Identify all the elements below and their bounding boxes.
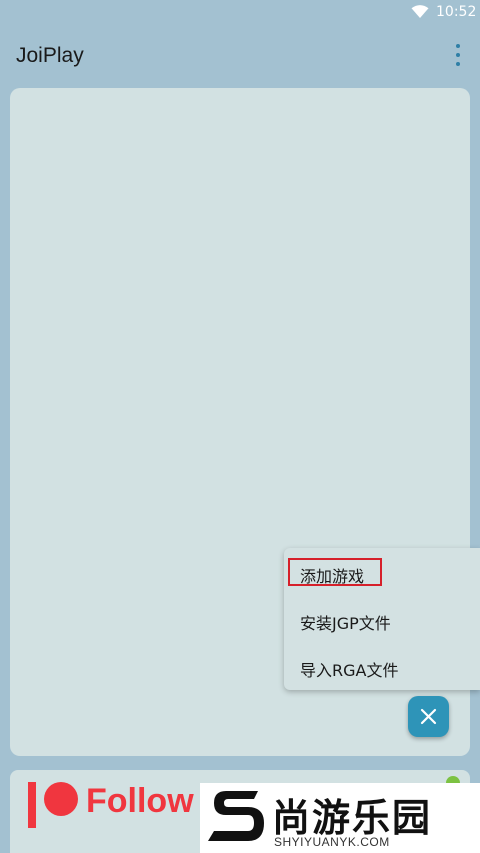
- app-bar: JoiPlay: [0, 26, 480, 86]
- app-title: JoiPlay: [16, 44, 84, 67]
- watermark-logo-icon: [208, 791, 264, 841]
- menu-dot: [456, 53, 460, 57]
- watermark: 尚游乐园 SHYIYUANYK.COM: [200, 783, 480, 853]
- banner-text: Follow: [86, 782, 194, 820]
- status-time: 10:52: [436, 4, 477, 20]
- close-icon: [420, 708, 437, 725]
- menu-item-label: 导入RGA文件: [300, 661, 399, 680]
- status-bar: 10:52: [0, 0, 480, 26]
- menu-item-install-jgp[interactable]: 安装JGP文件: [284, 600, 480, 640]
- patreon-logo-circle: [44, 782, 78, 816]
- watermark-cn-text: 尚游乐园: [272, 796, 433, 840]
- menu-item-label: 安装JGP文件: [300, 614, 391, 633]
- menu-dot: [456, 62, 460, 66]
- menu-item-import-rga[interactable]: 导入RGA文件: [284, 647, 480, 687]
- wifi-icon: [411, 5, 429, 18]
- watermark-en-text: SHYIYUANYK.COM: [274, 835, 390, 849]
- menu-dot: [456, 44, 460, 48]
- more-vert-icon[interactable]: [448, 44, 468, 66]
- patreon-logo-bar: [28, 782, 36, 828]
- highlight-box: [288, 558, 382, 586]
- close-fab-button[interactable]: [408, 696, 449, 737]
